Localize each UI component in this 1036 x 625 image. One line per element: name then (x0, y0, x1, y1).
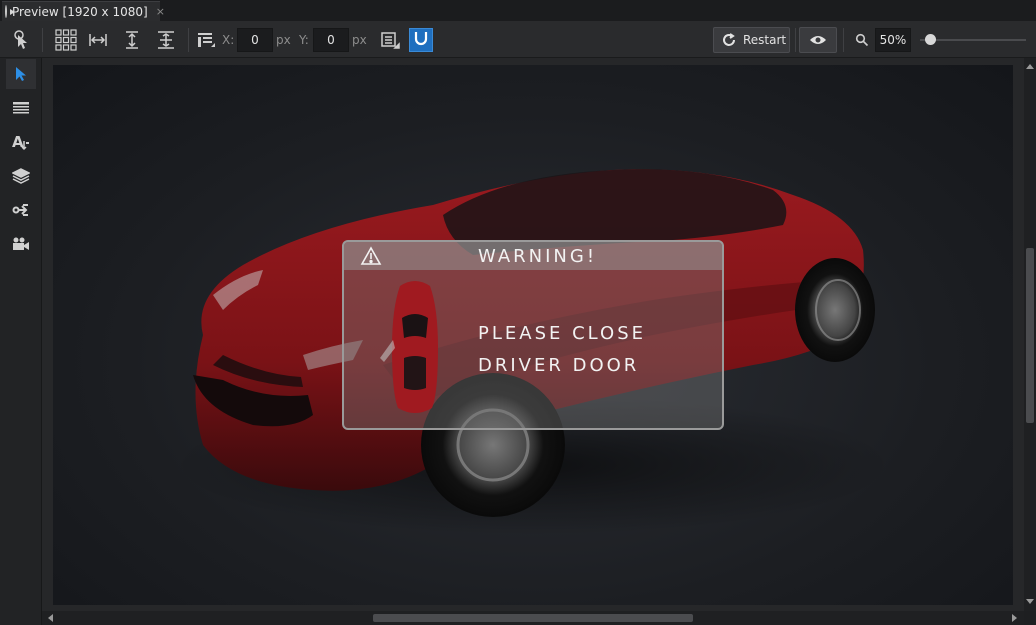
tab-preview[interactable]: Preview [1920 x 1080] × (2, 1, 165, 21)
zoom-slider-thumb[interactable] (925, 34, 936, 45)
fit-height-icon[interactable] (120, 28, 144, 52)
snap-toggle[interactable] (409, 28, 433, 52)
preview-area: WARNING! PLEASE CLOSE DRIVER DOOR (42, 58, 1024, 611)
toolbar-separator (188, 28, 189, 52)
table-icon[interactable] (6, 93, 36, 123)
scroll-down-icon[interactable] (1026, 599, 1034, 604)
warning-message: PLEASE CLOSE DRIVER DOOR (478, 318, 646, 382)
vertical-scroll-thumb[interactable] (1026, 248, 1034, 423)
left-tool-panel: A (0, 58, 42, 625)
connect-icon[interactable] (6, 195, 36, 225)
svg-text:A: A (12, 133, 24, 151)
x-unit: px (276, 33, 291, 47)
play-icon (5, 5, 15, 18)
scroll-left-icon[interactable] (48, 614, 53, 622)
fit-width-icon[interactable] (86, 28, 110, 52)
select-arrow-icon[interactable] (6, 59, 36, 89)
toolbar-separator (42, 28, 43, 52)
restart-label: Restart (743, 33, 787, 47)
horizontal-scrollbar[interactable] (42, 611, 1024, 625)
car-topview-icon (380, 278, 450, 422)
grid-icon[interactable] (54, 28, 78, 52)
preview-canvas[interactable]: WARNING! PLEASE CLOSE DRIVER DOOR (53, 65, 1013, 605)
vertical-scrollbar[interactable] (1024, 58, 1036, 611)
camera-icon[interactable] (6, 229, 36, 259)
x-label: X: (222, 33, 235, 47)
y-label: Y: (299, 33, 309, 47)
visibility-button[interactable] (799, 27, 837, 53)
toolbar-separator (795, 28, 796, 52)
pointer-hand-icon[interactable] (8, 28, 32, 52)
warning-icon (360, 246, 382, 270)
toolbar: X: 0 px Y: 0 px Restart 50% (0, 22, 1036, 58)
toolbar-separator (843, 28, 844, 52)
warning-line-1: PLEASE CLOSE (478, 323, 647, 344)
text-style-icon[interactable]: A (6, 127, 36, 157)
warning-title: WARNING! (478, 246, 598, 267)
scroll-right-icon[interactable] (1012, 614, 1017, 622)
app-window: Preview [1920 x 1080] × X: 0 px Y: 0 px … (0, 0, 1036, 625)
layers-icon[interactable] (6, 161, 36, 191)
warning-line-2: DRIVER DOOR (478, 355, 640, 376)
warning-dialog: WARNING! PLEASE CLOSE DRIVER DOOR (342, 240, 724, 430)
x-input[interactable]: 0 (237, 28, 273, 52)
horizontal-scroll-thumb[interactable] (373, 614, 693, 622)
y-input[interactable]: 0 (313, 28, 349, 52)
y-unit: px (352, 33, 367, 47)
close-icon[interactable]: × (156, 5, 165, 18)
scroll-up-icon[interactable] (1026, 64, 1034, 69)
zoom-icon (850, 28, 874, 52)
magnet-icon (413, 30, 429, 50)
tab-bar: Preview [1920 x 1080] × (0, 0, 1036, 22)
restart-button[interactable]: Restart (713, 27, 790, 53)
align-icon[interactable] (194, 28, 218, 52)
tab-title: Preview [1920 x 1080] (12, 4, 148, 19)
layout-icon[interactable] (378, 28, 402, 52)
restart-icon (721, 32, 737, 48)
eye-icon (809, 34, 827, 46)
zoom-value[interactable]: 50% (875, 28, 911, 52)
fit-both-icon[interactable] (154, 28, 178, 52)
